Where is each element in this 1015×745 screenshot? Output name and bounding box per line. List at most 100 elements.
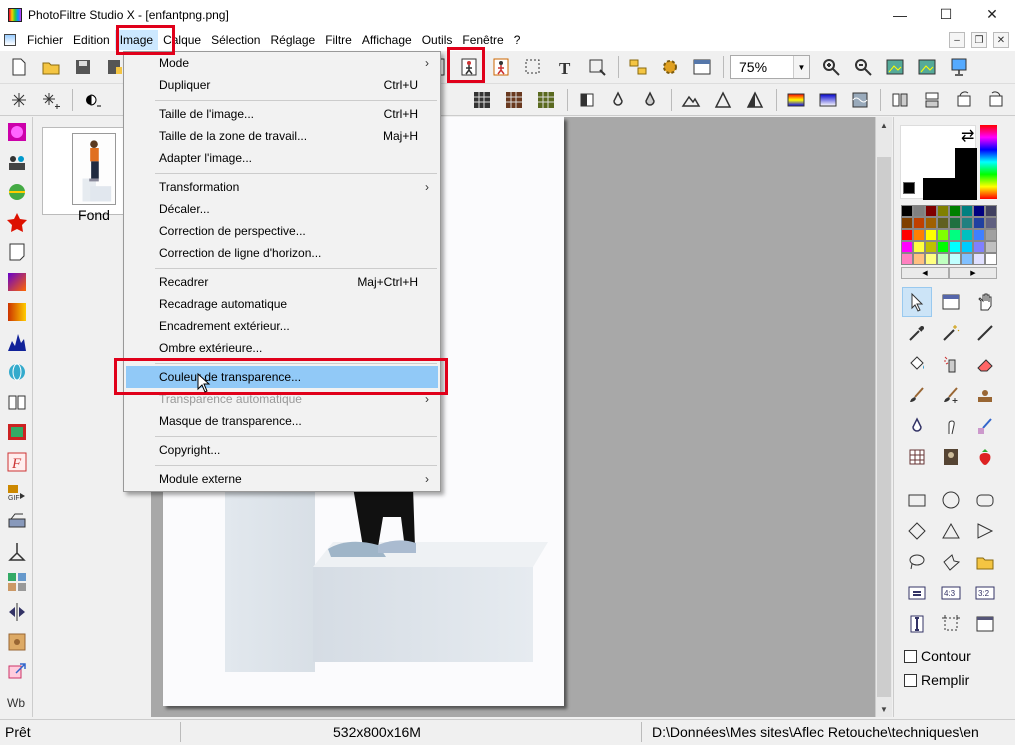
color-preview[interactable]: ⇄ (900, 125, 977, 200)
lasso-icon[interactable] (902, 547, 932, 577)
histogram-icon[interactable] (0, 327, 33, 357)
portrait-icon[interactable] (936, 442, 966, 472)
menu-affichage[interactable]: Affichage (357, 30, 417, 50)
landscape-ball-icon[interactable] (0, 177, 33, 207)
hand-tool-icon[interactable] (970, 287, 1000, 317)
equal-ratio-icon[interactable] (902, 578, 932, 608)
save-icon[interactable] (70, 54, 96, 80)
palette-swatch[interactable] (961, 205, 973, 217)
gradient-orange-icon[interactable] (0, 297, 33, 327)
palette-swatch[interactable] (973, 205, 985, 217)
menu-item-transformation[interactable]: Transformation › (126, 176, 438, 198)
menu-item-horizon[interactable]: Correction de ligne d'horizon... (126, 242, 438, 264)
note-icon[interactable] (0, 237, 33, 267)
magic-sparkle-icon[interactable] (6, 87, 32, 113)
strawberry-icon[interactable] (970, 442, 1000, 472)
palette-swatch[interactable] (913, 229, 925, 241)
color-spectrum[interactable] (980, 125, 997, 199)
fill-bucket-icon[interactable] (902, 349, 932, 379)
palette-next-icon[interactable]: ▶ (949, 267, 997, 279)
gradient-rainbow-icon[interactable] (783, 87, 809, 113)
scroll-up-icon[interactable]: ▲ (876, 117, 892, 133)
menu-help[interactable]: ? (509, 30, 526, 50)
mdi-minimize-icon[interactable]: – (949, 32, 965, 48)
palette-swatch[interactable] (937, 217, 949, 229)
ratio-3-2-icon[interactable]: 3:2 (970, 578, 1000, 608)
palette-swatch[interactable] (961, 253, 973, 265)
star-icon[interactable] (0, 207, 33, 237)
window-frame-icon[interactable] (970, 609, 1000, 639)
zoom-select[interactable]: 75% ▼ (730, 55, 810, 79)
palette-swatch[interactable] (925, 205, 937, 217)
palette-swatch[interactable] (949, 217, 961, 229)
mountain-icon[interactable] (678, 87, 704, 113)
globe-icon[interactable] (0, 357, 33, 387)
image-manager-icon[interactable] (936, 287, 966, 317)
palette-swatch[interactable] (925, 217, 937, 229)
settings-gear-icon[interactable] (657, 54, 683, 80)
palette-swatch[interactable] (925, 241, 937, 253)
column-select-icon[interactable] (902, 609, 932, 639)
palette-swatch[interactable] (937, 205, 949, 217)
magic-sparkle-plus-icon[interactable] (38, 87, 64, 113)
effect-purple-icon[interactable] (0, 117, 33, 147)
magic-wand-icon[interactable] (936, 318, 966, 348)
rounded-rect-shape-icon[interactable] (970, 485, 1000, 515)
palette-swatch[interactable] (901, 217, 913, 229)
scroll-down-icon[interactable]: ▼ (876, 701, 892, 717)
minimize-button[interactable]: — (877, 0, 923, 29)
triangle-icon[interactable] (710, 87, 736, 113)
pen-tool-icon[interactable] (0, 537, 33, 567)
polygon-lasso-icon[interactable] (936, 547, 966, 577)
plugin-puzzle-icon[interactable] (0, 627, 33, 657)
palette-swatch[interactable] (985, 241, 997, 253)
contour-checkbox[interactable] (904, 649, 917, 663)
brightness-minus-icon[interactable] (79, 87, 105, 113)
palette-swatch[interactable] (901, 241, 913, 253)
mirror-icon[interactable] (0, 597, 33, 627)
contour-option[interactable]: Contour (904, 648, 971, 664)
menu-item-dupliquer[interactable]: Dupliquer Ctrl+U (126, 74, 438, 96)
palette-swatch[interactable] (901, 205, 913, 217)
rotate-right-icon[interactable] (983, 87, 1009, 113)
remplir-option[interactable]: Remplir (904, 672, 969, 688)
stamp-icon[interactable] (970, 380, 1000, 410)
close-button[interactable]: ✕ (969, 0, 1015, 29)
wb-icon[interactable]: Wb (0, 687, 33, 717)
browser-icon[interactable] (625, 54, 651, 80)
menu-edition[interactable]: Edition (68, 30, 115, 50)
text-tool-icon[interactable]: T (552, 54, 578, 80)
triangle-shape-icon[interactable] (936, 516, 966, 546)
menu-item-recadrage-auto[interactable]: Recadrage automatique (126, 293, 438, 315)
vertical-scrollbar[interactable]: ▲ ▼ (875, 117, 892, 717)
palette-swatch[interactable] (973, 253, 985, 265)
image-frame-icon[interactable] (0, 417, 33, 447)
mdi-restore-icon[interactable]: ❐ (971, 32, 987, 48)
palette-swatch[interactable] (949, 241, 961, 253)
menu-item-module-externe[interactable]: Module externe › (126, 468, 438, 490)
palette-swatch[interactable] (961, 217, 973, 229)
menu-item-perspective[interactable]: Correction de perspective... (126, 220, 438, 242)
figure-orange-icon[interactable] (488, 54, 514, 80)
book-icon[interactable] (0, 387, 33, 417)
wave-filter-icon[interactable] (847, 87, 873, 113)
foreground-color-swatch[interactable] (901, 126, 955, 178)
palette-swatch[interactable] (985, 217, 997, 229)
color-palette[interactable] (901, 205, 997, 265)
palette-swatch[interactable] (949, 253, 961, 265)
flip-horizontal-icon[interactable] (887, 87, 913, 113)
menu-item-decaler[interactable]: Décaler... (126, 198, 438, 220)
palette-swatch[interactable] (913, 205, 925, 217)
maximize-button[interactable]: ☐ (923, 0, 969, 29)
palette-swatch[interactable] (985, 253, 997, 265)
window-icon[interactable] (689, 54, 715, 80)
selection-rect-icon[interactable] (520, 54, 546, 80)
eyedropper-icon[interactable] (902, 318, 932, 348)
advanced-brush-icon[interactable] (936, 380, 966, 410)
menu-filtre[interactable]: Filtre (320, 30, 357, 50)
gradient-blue-icon[interactable] (815, 87, 841, 113)
palette-swatch[interactable] (973, 217, 985, 229)
crop-icon[interactable] (584, 54, 610, 80)
ellipse-shape-icon[interactable] (936, 485, 966, 515)
menu-reglage[interactable]: Réglage (265, 30, 320, 50)
